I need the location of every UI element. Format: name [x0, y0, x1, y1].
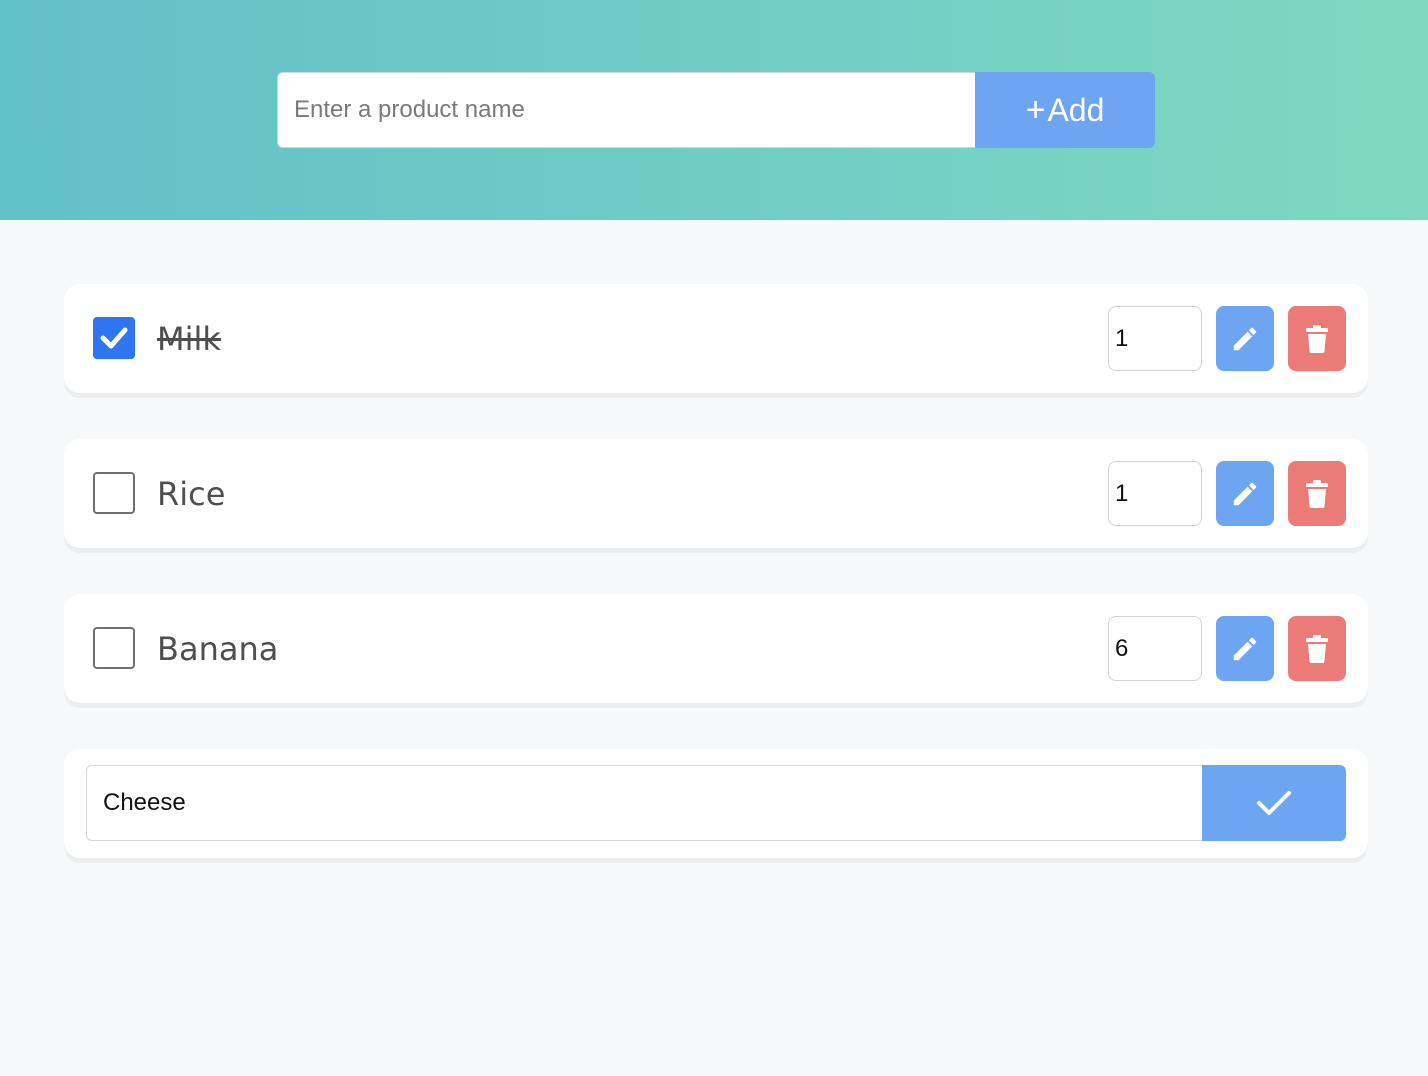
- pencil-icon: [1233, 637, 1257, 660]
- trash-icon: [1306, 479, 1328, 508]
- trash-icon: [1306, 634, 1328, 663]
- item-checkbox[interactable]: [93, 317, 135, 359]
- edit-button[interactable]: [1216, 306, 1274, 371]
- item-checkbox[interactable]: [93, 472, 135, 514]
- delete-button[interactable]: [1288, 306, 1346, 371]
- item-name: Rice: [157, 474, 226, 513]
- plus-icon: +: [1025, 91, 1046, 129]
- edit-item-input[interactable]: [86, 765, 1202, 841]
- quantity-input[interactable]: [1108, 616, 1202, 681]
- quantity-input[interactable]: [1108, 306, 1202, 371]
- add-button-label: Add: [1047, 91, 1105, 128]
- edit-button[interactable]: [1216, 461, 1274, 526]
- checkmark-icon: [100, 327, 128, 349]
- list-item: Banana: [64, 594, 1368, 703]
- product-name-input[interactable]: [277, 72, 975, 148]
- pencil-icon: [1233, 327, 1257, 350]
- quantity-input[interactable]: [1108, 461, 1202, 526]
- item-name: Milk: [157, 319, 221, 358]
- pencil-icon: [1233, 482, 1257, 505]
- item-checkbox[interactable]: [93, 627, 135, 669]
- trash-icon: [1306, 324, 1328, 353]
- delete-button[interactable]: [1288, 461, 1346, 526]
- list-item: Milk: [64, 284, 1368, 393]
- check-icon: [1257, 791, 1291, 815]
- edit-item-row: [64, 749, 1368, 858]
- confirm-edit-button[interactable]: [1202, 765, 1346, 841]
- item-name: Banana: [157, 629, 279, 668]
- header-banner: + Add: [0, 0, 1428, 220]
- add-product-form: + Add: [277, 72, 1155, 148]
- list-item: Rice: [64, 439, 1368, 548]
- delete-button[interactable]: [1288, 616, 1346, 681]
- edit-button[interactable]: [1216, 616, 1274, 681]
- add-button[interactable]: + Add: [975, 72, 1155, 148]
